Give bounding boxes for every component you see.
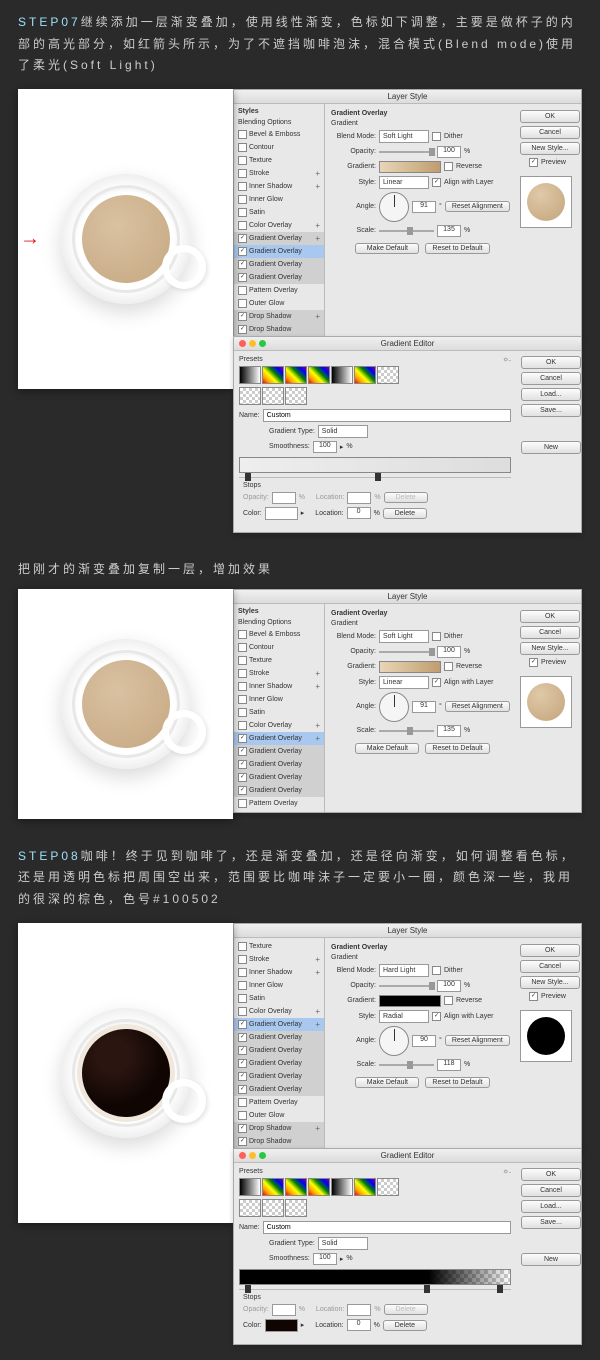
style-bevel[interactable]: Bevel & Emboss	[234, 128, 324, 141]
preset-swatch[interactable]	[354, 366, 376, 384]
preset-swatch[interactable]	[285, 366, 307, 384]
styles-list: Styles Blending Options Bevel & Emboss C…	[234, 104, 325, 338]
gradient-type-select[interactable]: Solid	[318, 425, 368, 438]
gradient-name-input[interactable]	[263, 409, 511, 422]
style-select[interactable]: Linear	[379, 176, 429, 189]
style-color-overlay[interactable]: Color Overlay+	[234, 219, 324, 232]
cup-illustration-latte: →	[18, 89, 233, 389]
angle-dial[interactable]	[379, 192, 409, 222]
red-arrow-icon: →	[20, 227, 40, 250]
gradient-settings: Gradient Overlay Gradient Blend Mode:Sof…	[331, 110, 514, 332]
dialog-button-column: OK Cancel New Style... Preview	[520, 110, 575, 332]
step07-text: STEP07继续添加一层渐变叠加，使用线性渐变，色标如下调整，主要是做杯子的内部…	[0, 0, 600, 89]
mid-text: 把刚才的渐变叠加复制一层，增加效果	[0, 548, 600, 589]
preset-swatch[interactable]	[308, 366, 330, 384]
make-default-button[interactable]: Make Default	[355, 243, 419, 254]
panel-mid: Layer Style Styles Blending Options Beve…	[0, 589, 600, 819]
window-controls[interactable]	[239, 340, 266, 347]
blend-mode-select[interactable]: Soft Light	[379, 130, 429, 143]
style-grad-overlay-2[interactable]: Gradient Overlay	[234, 245, 324, 258]
opacity-input[interactable]: 100	[437, 146, 461, 158]
preset-swatch[interactable]	[331, 366, 353, 384]
delete-stop-button[interactable]: Delete	[383, 508, 427, 519]
gradient-editor-dialog: Gradient Editor Presets☼. Name: Gradient…	[233, 336, 582, 533]
new-style-button[interactable]: New Style...	[520, 142, 580, 155]
style-grad-overlay-3[interactable]: Gradient Overlay	[234, 258, 324, 271]
layer-style-dialog-3: Layer Style Texture Stroke+ Inner Shadow…	[233, 923, 582, 1151]
style-grad-overlay-4[interactable]: Gradient Overlay	[234, 271, 324, 284]
style-texture[interactable]: Texture	[234, 154, 324, 167]
layer-style-dialog-2: Layer Style Styles Blending Options Beve…	[233, 589, 582, 813]
blending-options[interactable]: Blending Options	[234, 117, 324, 128]
presets-row	[239, 366, 511, 384]
panel-step07: → Layer Style Styles Blending Options Be…	[0, 89, 600, 533]
ge-new-button[interactable]: New	[521, 441, 581, 454]
gear-icon[interactable]: ☼.	[503, 1168, 511, 1175]
style-inner-shadow[interactable]: Inner Shadow+	[234, 180, 324, 193]
style-contour[interactable]: Contour	[234, 141, 324, 154]
color-picker[interactable]	[265, 507, 298, 520]
reset-default-button[interactable]: Reset to Default	[425, 243, 489, 254]
style-satin[interactable]: Satin	[234, 206, 324, 219]
ge-cancel-button[interactable]: Cancel	[521, 372, 581, 385]
panel-step08: Layer Style Texture Stroke+ Inner Shadow…	[0, 923, 600, 1345]
step08-label: STEP08	[18, 849, 81, 863]
dialog-title: Layer Style	[234, 90, 581, 104]
gradient-ramp[interactable]	[239, 457, 511, 473]
style-stroke[interactable]: Stroke+	[234, 167, 324, 180]
style-drop-shadow-2[interactable]: Drop Shadow	[234, 323, 324, 336]
gradient-editor-dialog-2: Gradient Editor Presets☼. Name: Gradient…	[233, 1148, 582, 1345]
gradient-ramp-dark[interactable]	[239, 1269, 511, 1285]
preset-swatch[interactable]	[239, 366, 261, 384]
style-drop-shadow[interactable]: Drop Shadow+	[234, 310, 324, 323]
style-outer-glow[interactable]: Outer Glow	[234, 297, 324, 310]
styles-header[interactable]: Styles	[234, 106, 324, 117]
ge-load-button[interactable]: Load...	[521, 388, 581, 401]
layer-style-dialog: Layer Style Styles Blending Options Beve…	[233, 89, 582, 339]
style-inner-glow[interactable]: Inner Glow	[234, 193, 324, 206]
style-pattern-overlay[interactable]: Pattern Overlay	[234, 284, 324, 297]
preview-box	[520, 176, 572, 228]
style-grad-overlay-1[interactable]: Gradient Overlay+	[234, 232, 324, 245]
ge-ok-button[interactable]: OK	[521, 356, 581, 369]
ok-button[interactable]: OK	[520, 110, 580, 123]
cancel-button[interactable]: Cancel	[520, 126, 580, 139]
angle-input[interactable]: 91	[412, 201, 436, 213]
ge-save-button[interactable]: Save...	[521, 404, 581, 417]
step07-label: STEP07	[18, 15, 81, 29]
step08-text: STEP08咖啡！终于见到咖啡了，还是渐变叠加，还是径向渐变，如何调整看色标，还…	[0, 834, 600, 923]
preset-swatch[interactable]	[262, 366, 284, 384]
gradient-picker[interactable]	[379, 161, 441, 173]
preset-swatch[interactable]	[377, 366, 399, 384]
gear-icon[interactable]: ☼.	[503, 356, 511, 363]
cup-illustration-dark	[18, 923, 233, 1223]
reset-alignment-button[interactable]: Reset Alignment	[445, 201, 510, 212]
scale-input[interactable]: 135	[437, 225, 461, 237]
cup-illustration-latte-2	[18, 589, 233, 819]
